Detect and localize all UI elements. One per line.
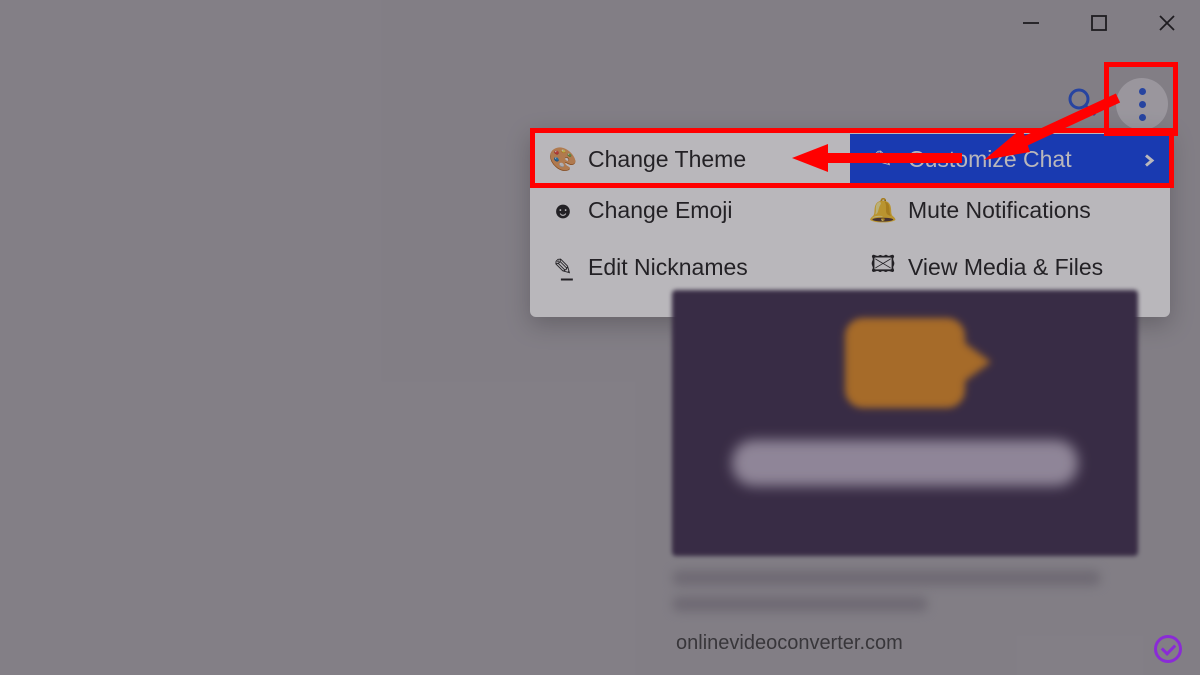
more-options-button[interactable] bbox=[1116, 78, 1168, 130]
minimize-button[interactable] bbox=[1016, 8, 1046, 38]
link-preview-text bbox=[672, 570, 1138, 622]
menu-item-change-emoji[interactable]: ☻ Change Emoji bbox=[530, 185, 850, 236]
preview-line-blur bbox=[672, 596, 928, 612]
link-preview-domain[interactable]: onlinevideoconverter.com bbox=[676, 632, 903, 655]
preview-title-blur bbox=[732, 440, 1078, 486]
menu-item-label: View Media & Files bbox=[908, 254, 1103, 281]
close-button[interactable] bbox=[1152, 8, 1182, 38]
chat-header-actions bbox=[1066, 78, 1168, 130]
window-controls bbox=[1016, 8, 1182, 38]
edit-icon: ✎̲ bbox=[552, 254, 574, 281]
menu-item-label: Change Emoji bbox=[588, 197, 732, 224]
media-icon: 🖾 bbox=[872, 248, 894, 287]
checkmark-badge-icon bbox=[1154, 635, 1182, 663]
menu-item-label: Mute Notifications bbox=[908, 197, 1091, 224]
video-thumbnail-icon bbox=[845, 318, 965, 408]
menu-item-customize-chat[interactable]: ✎ Customize Chat bbox=[850, 134, 1170, 185]
menu-item-label: Customize Chat bbox=[908, 146, 1072, 173]
emoji-icon: ☻ bbox=[552, 197, 574, 224]
maximize-button[interactable] bbox=[1084, 8, 1114, 38]
palette-icon: 🎨 bbox=[552, 146, 574, 173]
vertical-dots-icon bbox=[1139, 88, 1146, 121]
menu-item-label: Edit Nicknames bbox=[588, 254, 748, 281]
search-icon[interactable] bbox=[1066, 86, 1098, 123]
menu-item-label: Change Theme bbox=[588, 146, 746, 173]
chat-options-menu: 🎨 Change Theme ✎ Customize Chat ☻ Change… bbox=[530, 128, 1170, 317]
link-preview-card[interactable] bbox=[672, 290, 1138, 556]
menu-item-change-theme[interactable]: 🎨 Change Theme bbox=[530, 134, 850, 185]
chevron-right-icon bbox=[1142, 146, 1156, 173]
preview-line-blur bbox=[672, 570, 1101, 586]
bell-icon: 🔔 bbox=[872, 197, 894, 224]
menu-item-mute-notifications[interactable]: 🔔 Mute Notifications bbox=[850, 185, 1170, 236]
app-window: 🎨 Change Theme ✎ Customize Chat ☻ Change… bbox=[0, 0, 1200, 675]
pencil-icon: ✎ bbox=[872, 146, 894, 173]
